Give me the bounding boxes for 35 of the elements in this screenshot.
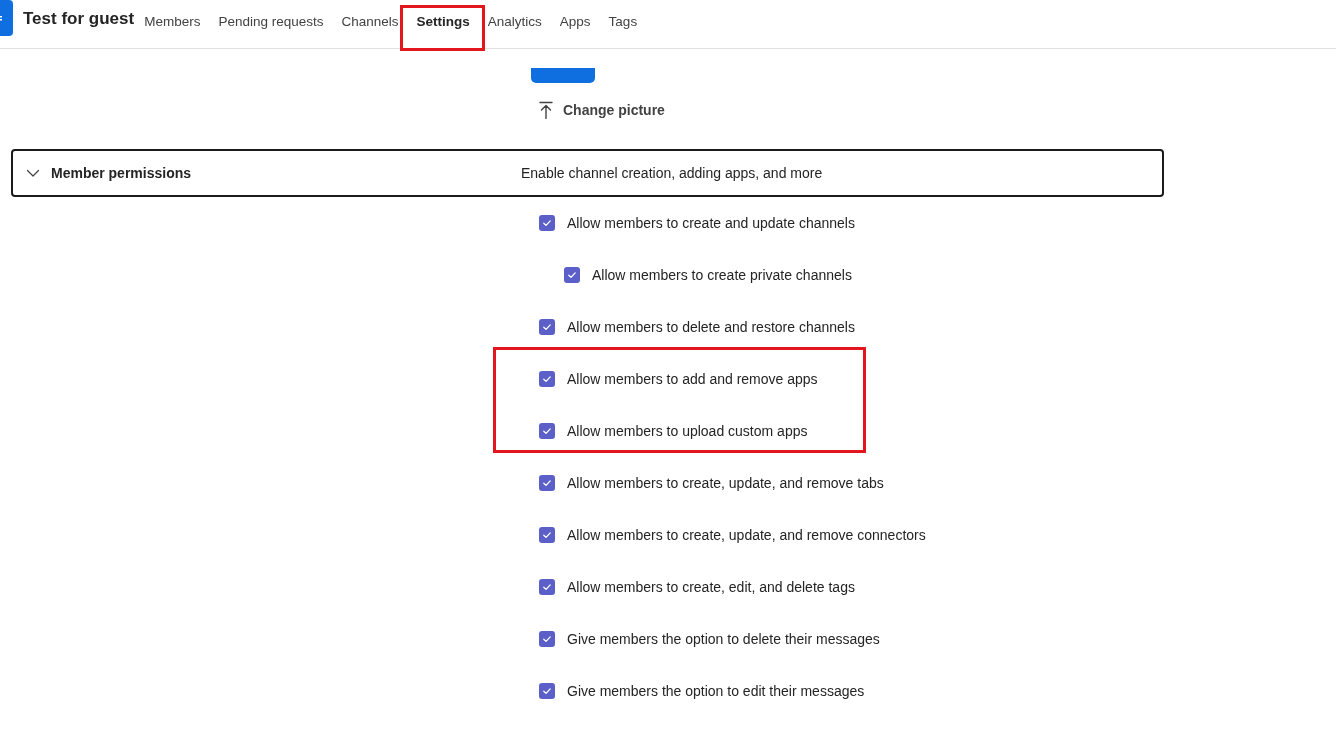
tab[interactable]: Apps — [559, 12, 591, 32]
section-description: Enable channel creation, adding apps, and more — [521, 163, 823, 183]
permission-label: Allow members to delete and restore channels — [567, 317, 855, 337]
checkbox[interactable] — [539, 215, 555, 231]
tab[interactable]: Pending requests — [218, 12, 324, 32]
permission-label: Give members the option to edit their messages — [567, 681, 865, 701]
tab[interactable]: Members — [144, 12, 201, 32]
checkbox[interactable] — [539, 631, 555, 647]
section-title: Member permissions — [51, 163, 192, 183]
permission-label: Allow members to create, edit, and delete tags — [567, 577, 855, 597]
upload-icon — [539, 101, 553, 119]
team-title: Test for guest — [23, 8, 135, 30]
tab[interactable]: Settings — [416, 12, 470, 32]
section-header[interactable]: Member permissions Enable channel creation, adding apps, and more — [11, 149, 1164, 197]
tab[interactable]: Channels — [341, 12, 399, 32]
tab[interactable]: Analytics — [487, 12, 542, 32]
checkbox[interactable] — [539, 683, 555, 699]
team-icon[interactable] — [0, 0, 13, 36]
permission-label: Allow members to upload custom apps — [567, 421, 808, 441]
checkbox[interactable] — [539, 423, 555, 439]
permission-label: Allow members to create private channels — [592, 265, 852, 285]
checkbox[interactable] — [539, 475, 555, 491]
permission-label: Allow members to create and update channels — [567, 213, 855, 233]
checkbox[interactable] — [564, 267, 580, 283]
checkbox[interactable] — [539, 319, 555, 335]
permission-label: Give members the option to delete their messages — [567, 629, 880, 649]
tab[interactable]: Tags — [608, 12, 638, 32]
team-picture-tile — [531, 68, 595, 83]
checkbox[interactable] — [539, 579, 555, 595]
permission-label: Allow members to create, update, and remove tabs — [567, 473, 884, 493]
permission-label: Allow members to add and remove apps — [567, 369, 818, 389]
checkbox[interactable] — [539, 527, 555, 543]
change-picture-button[interactable]: Change picture — [539, 99, 665, 121]
checkbox[interactable] — [539, 371, 555, 387]
permission-label: Allow members to create, update, and remove connectors — [567, 525, 926, 545]
